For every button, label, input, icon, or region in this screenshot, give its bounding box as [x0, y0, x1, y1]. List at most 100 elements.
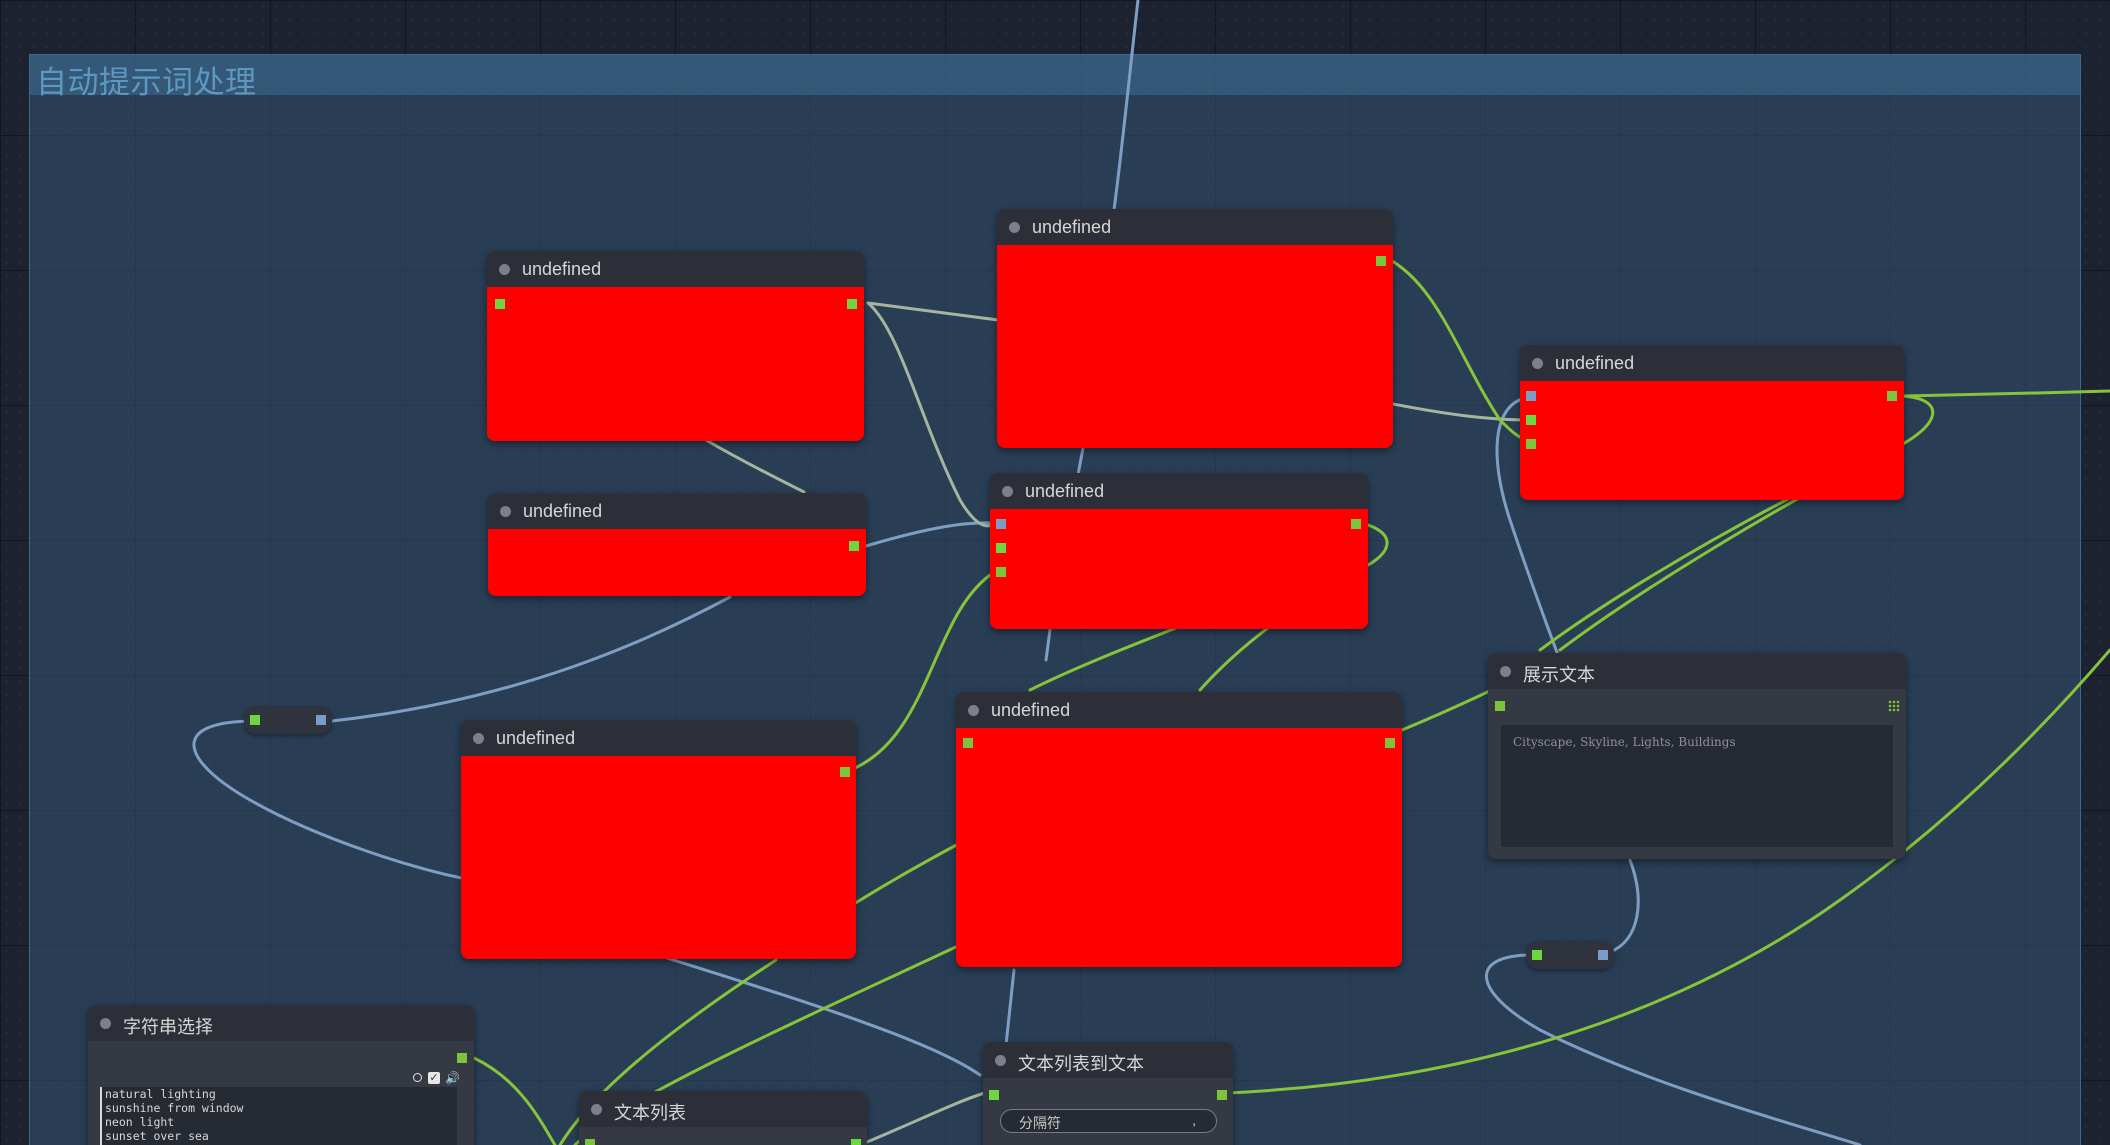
- input-slot[interactable]: [585, 1139, 595, 1145]
- input-slot[interactable]: [963, 738, 973, 748]
- output-slot[interactable]: [851, 1139, 861, 1145]
- input-slot[interactable]: [1495, 701, 1505, 711]
- radio-icon[interactable]: [413, 1073, 422, 1082]
- link-green-12: [472, 1056, 557, 1145]
- node-undefined-f[interactable]: undefined: [461, 720, 856, 959]
- input-slot[interactable]: [1526, 439, 1536, 449]
- link-blue-loop2: [1485, 953, 1862, 1145]
- link-gray-2: [866, 301, 994, 528]
- display-text-area[interactable]: Cityscape, Skyline, Lights, Buildings: [1501, 725, 1893, 847]
- output-slot[interactable]: [847, 299, 857, 309]
- node-body: [487, 287, 864, 441]
- link-gray-5: [865, 1090, 990, 1144]
- node-body: [956, 728, 1402, 967]
- node-undefined-e[interactable]: undefined: [1520, 345, 1904, 500]
- input-slot[interactable]: [250, 715, 260, 725]
- output-slot[interactable]: [1351, 519, 1361, 529]
- collapse-dot-icon[interactable]: [1500, 666, 1511, 677]
- node-title: undefined: [1555, 353, 1635, 373]
- output-slot[interactable]: [1598, 950, 1608, 960]
- display-text: Cityscape, Skyline, Lights, Buildings: [1513, 735, 1736, 749]
- speaker-icon[interactable]: 🔊: [445, 1072, 460, 1084]
- collapse-dot-icon[interactable]: [591, 1104, 602, 1115]
- link-blue-down: [1044, 628, 1052, 662]
- output-slot[interactable]: [1887, 391, 1897, 401]
- graph-canvas[interactable]: 自动提示词处理 undefined undefined undefined un…: [0, 0, 2110, 1145]
- node-title: undefined: [523, 501, 603, 521]
- collapse-dot-icon[interactable]: [1002, 486, 1013, 497]
- link-blue-reroute: [330, 595, 732, 723]
- collapse-dot-icon[interactable]: [968, 705, 979, 716]
- separator-label: 分隔符: [1019, 1115, 1061, 1131]
- node-body: [579, 1127, 867, 1145]
- output-slot[interactable]: [457, 1053, 467, 1063]
- node-header[interactable]: 展示文本: [1488, 653, 1906, 689]
- node-undefined-c[interactable]: undefined: [997, 209, 1393, 448]
- node-header[interactable]: undefined: [488, 493, 866, 529]
- collapse-dot-icon[interactable]: [995, 1055, 1006, 1066]
- node-body: [1520, 381, 1904, 500]
- link-blue-reroute2: [1608, 858, 1640, 954]
- node-title: undefined: [496, 728, 576, 748]
- node-title: 文本列表: [614, 1103, 686, 1123]
- link-green-6: [1028, 626, 1178, 692]
- output-slot[interactable]: [1385, 738, 1395, 748]
- input-slot[interactable]: [989, 1090, 999, 1100]
- collapse-dot-icon[interactable]: [473, 733, 484, 744]
- output-slot[interactable]: [316, 715, 326, 725]
- node-title: undefined: [991, 700, 1071, 720]
- output-slot[interactable]: [849, 541, 859, 551]
- input-slot[interactable]: [1526, 415, 1536, 425]
- checkbox-icon[interactable]: ✓: [428, 1072, 440, 1084]
- list-item: neon light: [105, 1115, 175, 1129]
- output-slot[interactable]: [1217, 1090, 1227, 1100]
- link-gray-1: [866, 301, 1000, 322]
- node-header[interactable]: undefined: [1520, 345, 1904, 381]
- node-header[interactable]: 文本列表到文本: [983, 1042, 1233, 1078]
- string-list-textarea[interactable]: natural lighting sunshine from window ne…: [100, 1087, 457, 1145]
- node-string-select[interactable]: 字符串选择 ✓ 🔊 natural lighting sunshine from…: [88, 1005, 474, 1145]
- reroute-node[interactable]: [1526, 941, 1614, 969]
- node-header[interactable]: undefined: [461, 720, 856, 756]
- output-slot[interactable]: [840, 767, 850, 777]
- node-undefined-a[interactable]: undefined: [487, 251, 864, 441]
- input-slot[interactable]: [996, 543, 1006, 553]
- collapse-dot-icon[interactable]: [100, 1018, 111, 1029]
- node-undefined-b[interactable]: undefined: [488, 493, 866, 596]
- link-blue-top: [1112, 0, 1140, 212]
- reroute-node[interactable]: [244, 706, 332, 734]
- input-slot[interactable]: [495, 299, 505, 309]
- node-header[interactable]: 字符串选择: [88, 1005, 474, 1041]
- separator-value: ,: [1192, 1112, 1196, 1128]
- collapse-dot-icon[interactable]: [500, 506, 511, 517]
- link-blue-node-b: [864, 521, 992, 548]
- node-body: [461, 756, 856, 959]
- node-header[interactable]: undefined: [997, 209, 1393, 245]
- node-undefined-g[interactable]: undefined: [956, 692, 1402, 967]
- node-title: undefined: [1025, 481, 1105, 501]
- collapse-dot-icon[interactable]: [499, 264, 510, 275]
- node-text-list-to-text[interactable]: 文本列表到文本 分隔符 ,: [983, 1042, 1233, 1145]
- input-slot[interactable]: [996, 519, 1006, 529]
- input-slot[interactable]: [1526, 391, 1536, 401]
- node-undefined-d[interactable]: undefined: [990, 473, 1368, 629]
- node-body: [990, 509, 1368, 629]
- link-blue-loop: [192, 719, 464, 880]
- node-header[interactable]: undefined: [956, 692, 1402, 728]
- output-slot[interactable]: [1376, 256, 1386, 266]
- separator-widget[interactable]: 分隔符 ,: [1000, 1109, 1217, 1133]
- node-show-text[interactable]: 展示文本 Cityscape, Skyline, Lights, Buildin…: [1488, 653, 1906, 859]
- link-green-4: [1538, 496, 1792, 652]
- node-header[interactable]: undefined: [990, 473, 1368, 509]
- collapse-dot-icon[interactable]: [1532, 358, 1543, 369]
- input-slot[interactable]: [1532, 950, 1542, 960]
- link-gray-3: [704, 438, 806, 494]
- node-text-list[interactable]: 文本列表: [579, 1091, 867, 1145]
- list-output-grip-icon[interactable]: [1888, 700, 1900, 712]
- node-header[interactable]: undefined: [487, 251, 864, 287]
- link-blue-text-list: [665, 956, 982, 1077]
- node-body: [997, 245, 1393, 448]
- collapse-dot-icon[interactable]: [1009, 222, 1020, 233]
- node-header[interactable]: 文本列表: [579, 1091, 867, 1127]
- input-slot[interactable]: [996, 567, 1006, 577]
